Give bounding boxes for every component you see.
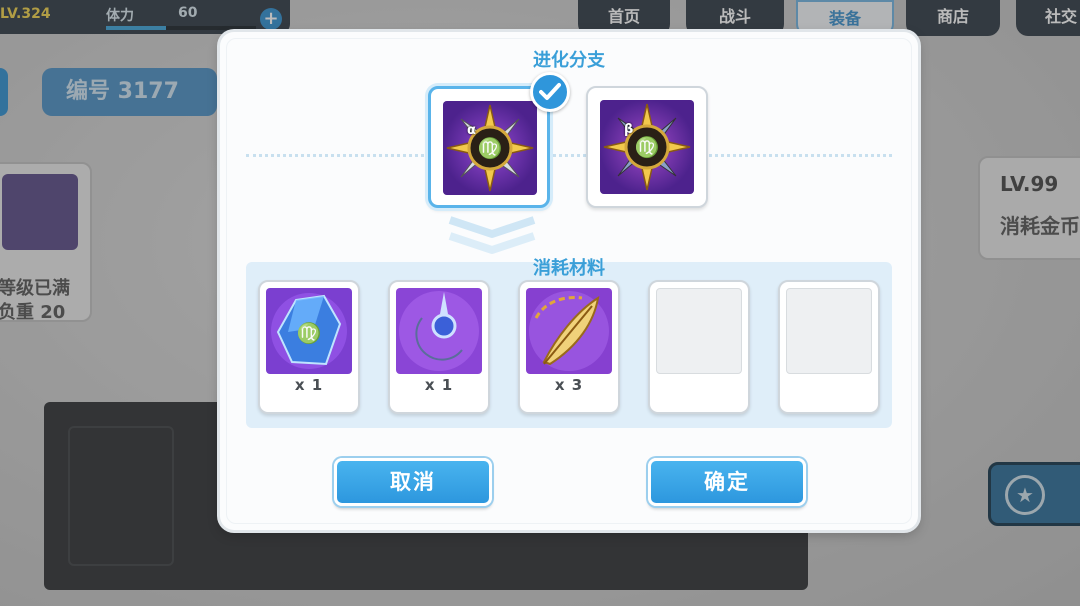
branch-alpha-option[interactable]: ♍ α xyxy=(428,86,550,208)
branch-beta-option[interactable]: ♍ β xyxy=(586,86,708,208)
crescent-orb-icon xyxy=(396,288,482,374)
material-slot-5[interactable] xyxy=(778,280,880,414)
material-qty: x 1 xyxy=(424,376,454,394)
svg-text:♍: ♍ xyxy=(297,321,322,345)
chevron-down-icon xyxy=(448,216,536,254)
virgo-compass-icon: ♍ xyxy=(600,100,694,194)
branch-title: 进化分支 xyxy=(220,46,918,72)
divider xyxy=(246,154,892,157)
empty-slot-icon xyxy=(656,288,742,374)
virgo-compass-icon: ♍ xyxy=(443,101,537,195)
material-slot-4[interactable] xyxy=(648,280,750,414)
materials-title: 消耗材料 xyxy=(533,258,605,279)
empty-slot-icon xyxy=(786,288,872,374)
alpha-symbol: α xyxy=(467,123,476,138)
confirm-button[interactable]: 确定 xyxy=(648,458,806,506)
svg-text:♍: ♍ xyxy=(478,136,503,160)
selected-check-icon xyxy=(530,72,570,112)
material-slot-3[interactable]: x 3 xyxy=(518,280,620,414)
evolution-dialog: 进化分支 ♍ α ♍ β 消耗材料 ♍ x 1 x 1 x 3 取消 确定 xyxy=(220,32,918,530)
material-slot-1[interactable]: ♍ x 1 xyxy=(258,280,360,414)
svg-text:♍: ♍ xyxy=(635,135,660,159)
cancel-button[interactable]: 取消 xyxy=(334,458,492,506)
material-slot-2[interactable]: x 1 xyxy=(388,280,490,414)
virgo-crystal-icon: ♍ xyxy=(266,288,352,374)
material-qty: x 3 xyxy=(554,376,584,394)
material-qty: x 1 xyxy=(294,376,324,394)
golden-feather-icon xyxy=(526,288,612,374)
beta-symbol: β xyxy=(624,122,634,137)
